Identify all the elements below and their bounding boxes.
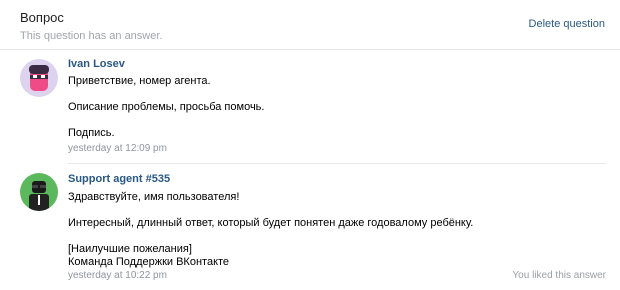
message-timestamp[interactable]: yesterday at 12:09 pm (68, 143, 167, 154)
message-text-line: Команда Поддержки ВКонтакте (68, 256, 230, 268)
pink-helmet-avatar-icon[interactable] (20, 59, 58, 97)
message-text-line: [Наилучшие пожелания] (68, 243, 192, 255)
author-name[interactable]: Ivan Losev (68, 58, 125, 70)
liked-answer-label: You liked this answer (512, 270, 606, 281)
author-name[interactable]: Support agent #535 (68, 173, 170, 185)
agent-sunglasses-avatar-icon[interactable] (20, 173, 58, 211)
question-status: This question has an answer. (20, 30, 163, 42)
message-text-line: Приветствие, номер агента. (68, 75, 211, 87)
message-text-line: Описание проблемы, просьба помочь. (68, 101, 265, 113)
question-header: Вопрос This question has an answer. Dele… (0, 0, 620, 50)
message-item: Support agent #535 Здравствуйте, имя пол… (0, 164, 620, 290)
page-title: Вопрос (20, 10, 64, 25)
delete-question-link[interactable]: Delete question (529, 18, 605, 30)
message-text-line: Подпись. (68, 127, 115, 139)
message-timestamp[interactable]: yesterday at 10:22 pm (68, 270, 167, 281)
message-item: Ivan Losev Приветствие, номер агента. Оп… (0, 51, 620, 164)
message-text-line: Здравствуйте, имя пользователя! (68, 191, 240, 203)
message-text-line: Интересный, длинный ответ, который будет… (68, 217, 474, 229)
